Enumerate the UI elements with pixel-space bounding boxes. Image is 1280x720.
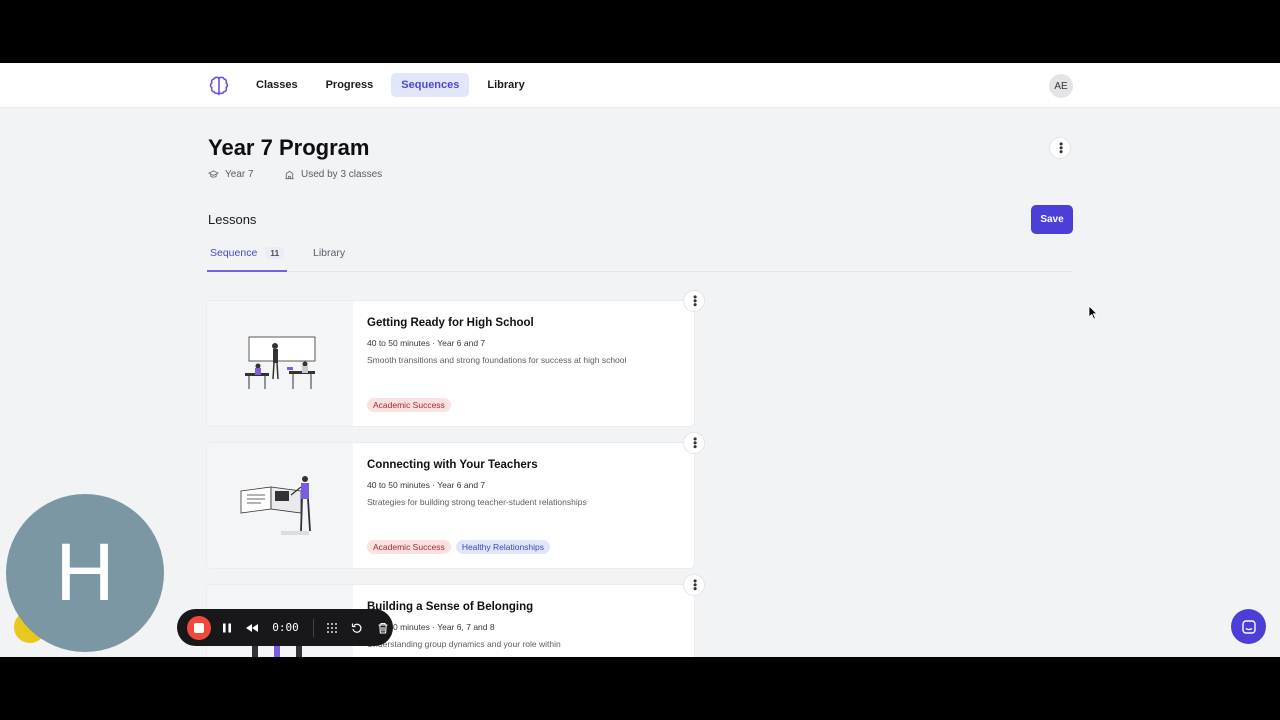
tab-sequence[interactable]: Sequence 11 <box>207 245 287 272</box>
lesson-card[interactable]: Getting Ready for High School 40 to 50 m… <box>207 301 694 426</box>
recording-timer: 0:00 <box>272 621 299 634</box>
nav-library[interactable]: Library <box>477 73 534 97</box>
restart-button[interactable] <box>348 618 368 638</box>
page-title: Year 7 Program <box>208 135 370 160</box>
trash-icon <box>378 622 388 634</box>
lesson-more-button[interactable]: ••• <box>683 432 705 454</box>
stop-icon <box>193 622 204 633</box>
used-by-label: Used by 3 classes <box>301 169 383 180</box>
lesson-description: Smooth transitions and strong foundation… <box>367 355 627 365</box>
webcam-bubble[interactable]: H <box>6 494 164 652</box>
lessons-heading: Lessons <box>208 212 257 227</box>
app-window: Classes Progress Sequences Library AE Ye… <box>0 63 1280 657</box>
program-more-button[interactable]: ••• <box>1049 137 1071 159</box>
year-meta: Year 7 <box>208 169 254 180</box>
drag-handle[interactable] <box>322 618 342 638</box>
letterbox-top <box>0 0 1280 63</box>
pause-icon <box>222 623 231 632</box>
more-vertical-icon: ••• <box>1054 142 1067 154</box>
lesson-description: Understanding group dynamics and your ro… <box>367 639 561 649</box>
lesson-card[interactable]: Connecting with Your Teachers 40 to 50 m… <box>207 443 694 568</box>
lesson-tags: Academic Success <box>367 398 451 412</box>
toolbar-divider <box>312 618 314 637</box>
top-navbar: Classes Progress Sequences Library AE <box>0 63 1280 108</box>
more-vertical-icon: ••• <box>688 295 701 307</box>
lesson-title: Connecting with Your Teachers <box>367 459 538 471</box>
stop-recording-button[interactable] <box>187 615 211 640</box>
rewind-icon <box>246 623 259 632</box>
grid-dots-icon <box>326 622 337 633</box>
nav-classes[interactable]: Classes <box>246 73 308 97</box>
pause-button[interactable] <box>217 618 237 638</box>
tab-library[interactable]: Library <box>313 245 345 272</box>
more-vertical-icon: ••• <box>688 579 701 591</box>
graduation-cap-icon <box>208 170 219 178</box>
classes-meta: Used by 3 classes <box>284 169 382 180</box>
sequence-count-badge: 11 <box>265 247 285 259</box>
book-reader-illustration-icon <box>240 476 311 535</box>
chat-support-button[interactable] <box>1231 609 1266 644</box>
lesson-title: Getting Ready for High School <box>367 317 534 329</box>
nav-sequences[interactable]: Sequences <box>391 73 470 97</box>
letterbox-bottom <box>0 657 1280 720</box>
lesson-illustration <box>207 443 353 568</box>
tag-healthy-relationships: Healthy Relationships <box>455 540 551 554</box>
lesson-tags: Academic Success Healthy Relationships <box>367 540 551 554</box>
tag-academic-success: Academic Success <box>367 398 451 412</box>
delete-recording-button[interactable] <box>373 618 393 638</box>
tag-academic-success: Academic Success <box>367 540 451 554</box>
lesson-more-button[interactable]: ••• <box>683 290 705 312</box>
school-building-icon <box>285 170 294 180</box>
tab-sequence-label: Sequence <box>210 247 258 259</box>
year-label: Year 7 <box>225 169 254 180</box>
lessons-tabs: Sequence 11 Library <box>207 245 1073 272</box>
save-button[interactable]: Save <box>1031 205 1073 234</box>
nav-progress[interactable]: Progress <box>316 73 384 97</box>
classroom-illustration-icon <box>245 336 316 389</box>
main-nav: Classes Progress Sequences Library <box>246 73 535 97</box>
rewind-button[interactable] <box>242 618 262 638</box>
lesson-more-button[interactable]: ••• <box>683 574 705 596</box>
lesson-description: Strategies for building strong teacher-s… <box>367 497 587 507</box>
lesson-meta: 40 to 50 minutes · Year 6 and 7 <box>367 338 486 348</box>
restart-icon <box>352 623 362 633</box>
lesson-title: Building a Sense of Belonging <box>367 601 534 613</box>
mouse-cursor-icon <box>1088 305 1098 320</box>
lesson-illustration <box>207 301 353 426</box>
recording-toolbar: 0:00 <box>177 609 393 646</box>
user-avatar[interactable]: AE <box>1049 74 1073 98</box>
more-vertical-icon: ••• <box>688 437 701 449</box>
lesson-meta: 40 to 50 minutes · Year 6 and 7 <box>367 480 486 490</box>
brain-logo-icon[interactable] <box>207 74 231 98</box>
chat-icon <box>1241 619 1256 634</box>
